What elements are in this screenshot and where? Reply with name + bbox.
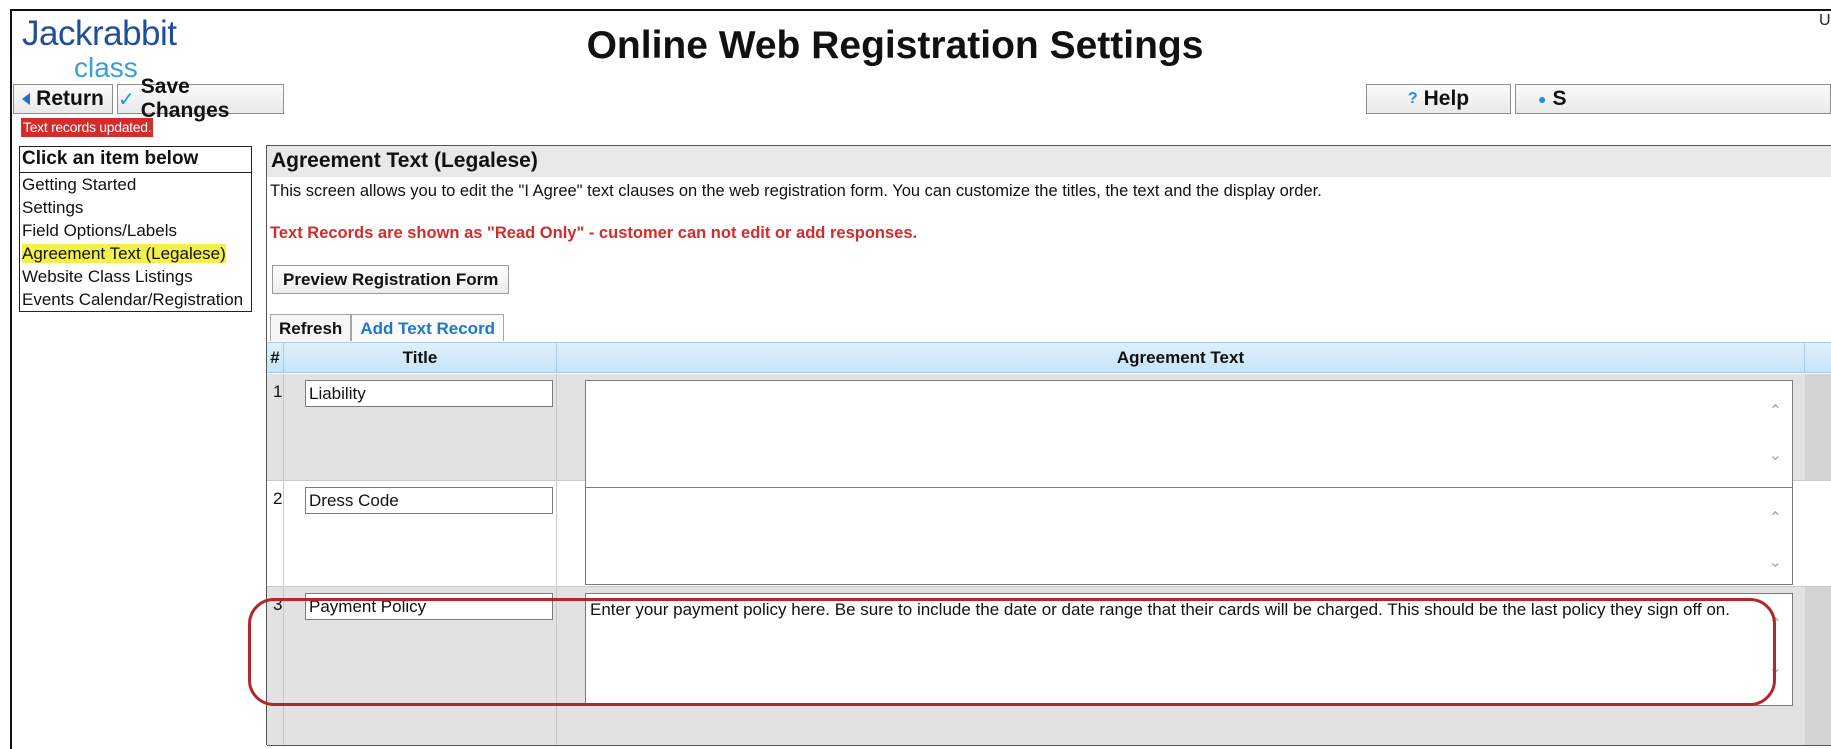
preview-registration-form-button[interactable]: Preview Registration Form bbox=[272, 265, 510, 294]
column-divider bbox=[283, 587, 284, 745]
column-divider bbox=[556, 481, 557, 586]
save-changes-button[interactable]: ✓ Save Changes bbox=[117, 75, 284, 122]
main-panel: Agreement Text (Legalese) This screen al… bbox=[266, 145, 1831, 746]
agreement-text-area[interactable]: Enter your payment policy here. Be sure … bbox=[585, 593, 1793, 706]
agreement-text-area[interactable]: ⌃ ⌄ bbox=[585, 380, 1793, 493]
return-button[interactable]: Return bbox=[13, 84, 113, 114]
sidebar-item-website-class-listings[interactable]: Website Class Listings bbox=[20, 265, 251, 288]
corner-text: U bbox=[1819, 12, 1831, 29]
partial-toolbar-button[interactable]: ● S bbox=[1515, 84, 1831, 114]
checkmark-icon: ✓ bbox=[118, 88, 135, 111]
scroll-down-icon[interactable]: ⌄ bbox=[1769, 552, 1782, 572]
scroll-down-icon[interactable]: ⌄ bbox=[1769, 658, 1782, 678]
table-row: 1 Liability ⌃ ⌄ bbox=[267, 374, 1831, 493]
row-scroll-strip bbox=[1805, 374, 1831, 480]
row-scroll-strip bbox=[1805, 587, 1831, 745]
save-label: Save Changes bbox=[140, 75, 230, 122]
help-button[interactable]: ? Help bbox=[1366, 84, 1511, 114]
add-text-record-button[interactable]: Add Text Record bbox=[351, 314, 505, 341]
sidebar-item-getting-started[interactable]: Getting Started bbox=[20, 173, 251, 196]
row-number: 2 bbox=[273, 489, 283, 508]
column-header-title[interactable]: Title bbox=[284, 343, 557, 372]
panel-description: This screen allows you to edit the "I Ag… bbox=[270, 182, 1322, 200]
row-number: 3 bbox=[273, 595, 283, 614]
column-header-agreement-text[interactable]: Agreement Text bbox=[557, 343, 1805, 372]
agreement-text-area[interactable]: ⌃ ⌄ bbox=[585, 487, 1793, 585]
column-divider bbox=[556, 374, 557, 480]
scroll-up-icon[interactable]: ⌃ bbox=[1769, 508, 1782, 528]
scroll-up-icon[interactable]: ⌃ bbox=[1769, 401, 1782, 421]
status-badge: Text records updated. bbox=[21, 118, 154, 137]
info-icon: ● bbox=[1538, 91, 1547, 107]
column-divider bbox=[556, 587, 557, 745]
sidebar-item-settings[interactable]: Settings bbox=[20, 196, 251, 219]
title-input[interactable]: Payment Policy bbox=[305, 593, 553, 620]
refresh-button[interactable]: Refresh bbox=[270, 314, 352, 341]
sidebar-menu: Click an item below Getting Started Sett… bbox=[19, 146, 252, 312]
table-row: 2 Dress Code ⌃ ⌄ bbox=[267, 481, 1831, 587]
table-header: # Title Agreement Text bbox=[267, 342, 1831, 373]
column-divider bbox=[283, 481, 284, 586]
question-icon: ? bbox=[1407, 90, 1418, 107]
sidebar-item-field-options[interactable]: Field Options/Labels bbox=[20, 219, 251, 242]
sidebar-item-agreement-text[interactable]: Agreement Text (Legalese) bbox=[20, 242, 251, 265]
help-label: Help bbox=[1423, 87, 1470, 110]
window-frame-top bbox=[10, 9, 1831, 11]
return-label: Return bbox=[36, 87, 104, 110]
sidebar-header: Click an item below bbox=[20, 147, 251, 173]
title-input[interactable]: Liability bbox=[305, 380, 553, 407]
column-divider bbox=[283, 374, 284, 480]
sidebar-item-events-calendar[interactable]: Events Calendar/Registration bbox=[20, 288, 251, 311]
panel-title: Agreement Text (Legalese) bbox=[267, 146, 1831, 177]
grid-toolbar: Refresh Add Text Record bbox=[270, 314, 505, 341]
agreement-text-value: Enter your payment policy here. Be sure … bbox=[590, 600, 1730, 619]
arrow-left-icon bbox=[22, 93, 31, 105]
table-row: 3 Payment Policy Enter your payment poli… bbox=[267, 587, 1831, 746]
scroll-down-icon[interactable]: ⌄ bbox=[1769, 445, 1782, 465]
title-input[interactable]: Dress Code bbox=[305, 487, 553, 514]
row-number: 1 bbox=[273, 382, 283, 401]
page-title: Online Web Registration Settings bbox=[586, 24, 1204, 67]
partial-button-label: S bbox=[1552, 87, 1567, 110]
column-header-num: # bbox=[267, 343, 284, 372]
scroll-up-icon[interactable]: ⌃ bbox=[1769, 614, 1782, 634]
window-frame-left bbox=[10, 9, 12, 749]
read-only-warning: Text Records are shown as "Read Only" - … bbox=[270, 224, 918, 242]
